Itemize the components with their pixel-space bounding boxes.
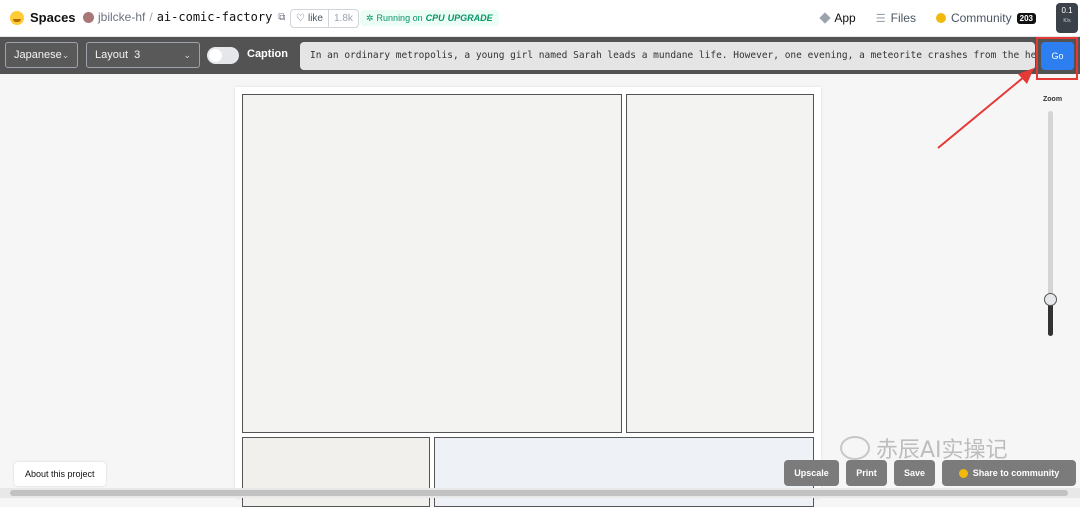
chevron-down-icon: ⌄ xyxy=(61,49,70,60)
spaces-home-link[interactable]: Spaces xyxy=(10,10,76,25)
share-label: Share to community xyxy=(972,468,1060,478)
layout-select[interactable]: Layout 3 ⌄ xyxy=(86,42,200,68)
like-count: 1.8k xyxy=(327,10,358,27)
tab-files[interactable]: ☰ Files xyxy=(876,11,916,25)
comic-panel xyxy=(242,94,622,433)
copy-icon[interactable]: ⧉ xyxy=(278,12,285,23)
community-count-badge: 203 xyxy=(1016,12,1036,24)
comic-toolbar: Japanese ⌄ Layout 3 ⌄ Caption In an ordi… xyxy=(0,37,1080,74)
breadcrumb: jbilcke-hf / ai-comic-factory ⧉ xyxy=(83,10,285,24)
heart-icon: ♡ xyxy=(296,13,305,24)
about-project-button[interactable]: About this project xyxy=(14,462,106,486)
avatar xyxy=(83,11,94,23)
horizontal-scrollbar[interactable] xyxy=(0,488,1080,498)
toggle-knob xyxy=(209,49,222,62)
comic-page xyxy=(235,87,821,507)
caption-label: Caption xyxy=(247,48,288,60)
zoom-slider-handle[interactable] xyxy=(1044,293,1057,306)
style-select-value: Japanese xyxy=(14,49,62,61)
layout-select-value: Layout 3 xyxy=(95,49,141,61)
status-text: Running on xyxy=(376,13,423,23)
style-select[interactable]: Japanese ⌄ xyxy=(5,42,78,68)
tab-files-label: Files xyxy=(890,11,916,25)
print-button[interactable]: Print xyxy=(846,460,887,486)
fan-icon: ✲ xyxy=(366,12,374,23)
upgrade-label: UPGRADE xyxy=(447,13,493,23)
tab-community[interactable]: Community 203 xyxy=(935,11,1036,25)
caption-toggle[interactable] xyxy=(207,47,239,64)
comic-panel xyxy=(626,94,814,433)
hugging-face-logo-icon xyxy=(10,10,24,25)
speed-unit: K/s xyxy=(1063,18,1071,24)
share-to-community-button[interactable]: Share to community xyxy=(942,460,1076,486)
network-speed-widget: 0.1 K/s xyxy=(1056,3,1078,33)
cube-icon xyxy=(819,12,832,24)
space-name-link[interactable]: ai-comic-factory xyxy=(157,10,273,24)
zoom-label: Zoom xyxy=(1043,96,1063,103)
hardware-label: CPU xyxy=(425,13,445,23)
speed-value: 0.1 xyxy=(1061,6,1073,15)
breadcrumb-separator: / xyxy=(149,10,153,24)
brand-label: Spaces xyxy=(30,10,76,25)
top-bar: Spaces jbilcke-hf / ai-comic-factory ⧉ ♡… xyxy=(0,0,1080,37)
community-icon xyxy=(958,468,968,478)
owner-link[interactable]: jbilcke-hf xyxy=(98,10,145,24)
tab-app-label: App xyxy=(834,11,856,25)
scrollbar-thumb[interactable] xyxy=(10,490,1068,496)
space-nav: App ☰ Files Community 203 xyxy=(819,11,1036,25)
wechat-icon xyxy=(840,436,870,460)
status-badge[interactable]: ✲ Running on CPU UPGRADE xyxy=(360,10,499,26)
highlight-box xyxy=(1036,37,1078,80)
save-button[interactable]: Save xyxy=(894,460,935,486)
upscale-button[interactable]: Upscale xyxy=(784,460,839,486)
community-icon xyxy=(935,13,946,23)
tab-community-label: Community xyxy=(950,11,1012,25)
annotation-arrow xyxy=(937,68,1034,149)
files-icon: ☰ xyxy=(875,12,886,25)
like-label: like xyxy=(307,13,323,24)
chevron-down-icon: ⌄ xyxy=(183,49,191,60)
story-prompt-input[interactable]: In an ordinary metropolis, a young girl … xyxy=(300,42,1035,70)
tab-app[interactable]: App xyxy=(819,11,856,25)
like-button[interactable]: ♡ like 1.8k xyxy=(290,9,359,28)
